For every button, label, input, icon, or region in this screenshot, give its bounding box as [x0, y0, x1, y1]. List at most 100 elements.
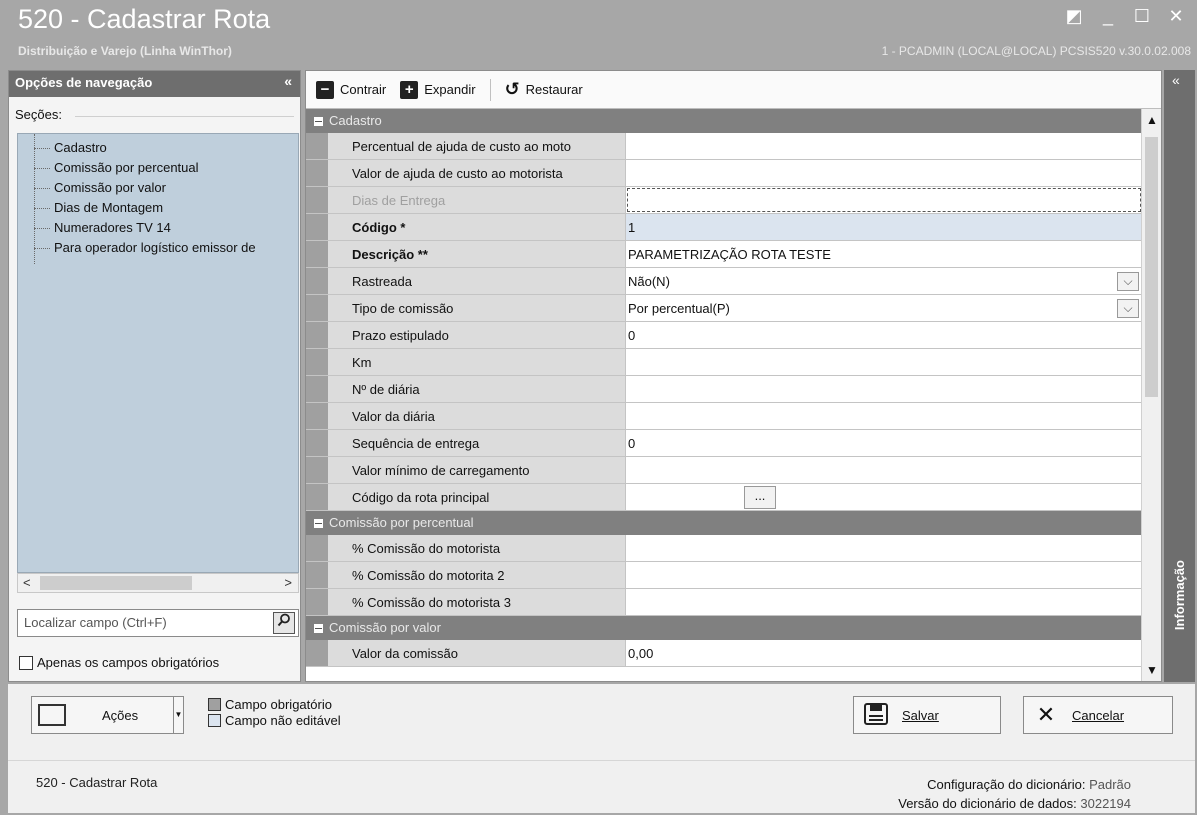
section-item-dias-montagem[interactable]: Dias de Montagem: [18, 198, 298, 218]
property-value-input[interactable]: [626, 349, 1142, 375]
category-comissao-percentual[interactable]: Comissão por percentual: [306, 511, 1142, 535]
scrollbar-thumb[interactable]: [40, 576, 192, 590]
legend-readonly-label: Campo não editável: [225, 712, 341, 728]
required-only-checkbox[interactable]: [19, 655, 33, 670]
property-value-input[interactable]: [626, 562, 1142, 588]
property-name: % Comissão do motorista 3: [328, 589, 626, 615]
floppy-disk-icon: [862, 703, 890, 727]
collapse-category-icon[interactable]: [314, 116, 323, 126]
row-indent: [306, 484, 328, 510]
tree-horizontal-scrollbar[interactable]: < >: [17, 573, 299, 593]
property-value-input[interactable]: PARAMETRIZAÇÃO ROTA TESTE: [626, 241, 1142, 267]
cancel-label: Cancelar: [1072, 707, 1125, 723]
property-value-input[interactable]: [626, 376, 1142, 402]
scroll-up-icon[interactable]: ▲: [1146, 113, 1158, 127]
property-value-input[interactable]: [626, 457, 1142, 483]
restore-button[interactable]: ↺ Restaurar: [505, 79, 583, 100]
scroll-right-icon[interactable]: >: [284, 575, 292, 590]
property-value-select[interactable]: Não(N) ⌵: [626, 268, 1142, 294]
category-cadastro[interactable]: Cadastro: [306, 109, 1142, 133]
property-name: Nº de diária: [328, 376, 626, 402]
restore-window-icon[interactable]: ◩: [1065, 6, 1083, 27]
required-swatch: [208, 697, 221, 711]
find-field-input[interactable]: Localizar campo (Ctrl+F): [17, 609, 299, 637]
lookup-button[interactable]: ...: [744, 486, 776, 509]
property-row: % Comissão do motorista: [306, 535, 1142, 562]
row-indent: [306, 241, 328, 267]
property-row: Dias de Entrega: [306, 187, 1142, 214]
status-routine: 520 - Cadastrar Rota: [36, 775, 158, 790]
close-icon[interactable]: ✕: [1167, 6, 1185, 27]
save-button[interactable]: Salvar: [853, 696, 1001, 734]
expand-info-icon[interactable]: «: [1172, 72, 1180, 88]
minimize-icon[interactable]: _: [1099, 6, 1117, 27]
property-value-lookup[interactable]: ...: [626, 484, 1142, 510]
sections-divider: [75, 116, 294, 117]
dropdown-arrow-icon[interactable]: ▼: [173, 697, 183, 733]
property-name: Descrição **: [328, 241, 626, 267]
scroll-down-icon[interactable]: ▼: [1146, 663, 1158, 677]
row-indent: [306, 403, 328, 429]
property-value-input[interactable]: [626, 133, 1142, 159]
expand-all-label: Expandir: [424, 82, 476, 97]
collapse-category-icon[interactable]: [314, 518, 323, 528]
magnifier-icon[interactable]: [273, 612, 295, 634]
dictionary-info: Configuração do dicionário: Padrão Versã…: [898, 775, 1131, 813]
select-value: Não(N): [628, 274, 670, 289]
property-row: Código * 1: [306, 214, 1142, 241]
actions-button[interactable]: Ações ▼: [31, 696, 184, 734]
window-subtitle: Distribuição e Varejo (Linha WinThor): [18, 44, 232, 58]
window-controls: ◩ _ ☐ ✕: [1065, 6, 1185, 27]
cancel-button[interactable]: ✕ Cancelar: [1023, 696, 1173, 734]
section-item-comissao-valor[interactable]: Comissão por valor: [18, 178, 298, 198]
restore-label: Restaurar: [525, 82, 583, 97]
action-bar: Ações ▼ Campo obrigatório Campo não edit…: [8, 684, 1195, 760]
property-value-input[interactable]: 0: [626, 430, 1142, 456]
row-indent: [306, 187, 328, 213]
section-item-numeradores[interactable]: Numeradores TV 14: [18, 218, 298, 238]
property-value-input[interactable]: 1: [626, 214, 1142, 240]
expand-all-button[interactable]: + Expandir: [400, 80, 476, 99]
category-label: Comissão por valor: [329, 620, 441, 635]
property-value-input[interactable]: 0,00: [626, 640, 1142, 666]
property-name: Tipo de comissão: [328, 295, 626, 321]
collapse-all-button[interactable]: − Contrair: [316, 80, 386, 99]
chevron-down-icon[interactable]: ⌵: [1117, 272, 1139, 291]
section-item-cadastro[interactable]: Cadastro: [18, 138, 298, 158]
navigation-title: Opções de navegação: [15, 75, 153, 90]
grid-toolbar: − Contrair + Expandir ↺ Restaurar: [306, 71, 1161, 109]
collapse-category-icon[interactable]: [314, 623, 323, 633]
property-name: Rastreada: [328, 268, 626, 294]
section-item-comissao-percentual[interactable]: Comissão por percentual: [18, 158, 298, 178]
section-item-operador-logistico[interactable]: Para operador logístico emissor de: [18, 238, 298, 258]
collapse-nav-icon[interactable]: «: [284, 73, 292, 89]
information-panel[interactable]: « Informação: [1164, 70, 1195, 682]
navigation-header: Opções de navegação «: [9, 71, 300, 97]
grid-vertical-scrollbar[interactable]: ▲ ▼: [1141, 109, 1161, 681]
chevron-down-icon[interactable]: ⌵: [1117, 299, 1139, 318]
property-row: Valor da diária: [306, 403, 1142, 430]
legend-required: Campo obrigatório: [208, 696, 341, 712]
required-only-option[interactable]: Apenas os campos obrigatórios: [19, 655, 219, 670]
property-value-input[interactable]: [626, 403, 1142, 429]
property-value-input[interactable]: [626, 187, 1142, 213]
row-indent: [306, 349, 328, 375]
row-indent: [306, 430, 328, 456]
property-name: Código *: [328, 214, 626, 240]
property-value-input[interactable]: [626, 535, 1142, 561]
information-label[interactable]: Informação: [1172, 560, 1187, 630]
category-comissao-valor[interactable]: Comissão por valor: [306, 616, 1142, 640]
property-row: Tipo de comissão Por percentual(P) ⌵: [306, 295, 1142, 322]
property-value-input[interactable]: [626, 160, 1142, 186]
row-indent: [306, 589, 328, 615]
property-value-select[interactable]: Por percentual(P) ⌵: [626, 295, 1142, 321]
property-value-input[interactable]: [626, 589, 1142, 615]
maximize-icon[interactable]: ☐: [1133, 6, 1151, 27]
scroll-left-icon[interactable]: <: [23, 575, 31, 590]
property-name: Valor de ajuda de custo ao motorista: [328, 160, 626, 186]
property-name: Valor da comissão: [328, 640, 626, 666]
row-indent: [306, 376, 328, 402]
restore-icon: ↺: [504, 79, 520, 99]
scrollbar-thumb[interactable]: [1145, 137, 1158, 397]
property-value-input[interactable]: 0: [626, 322, 1142, 348]
